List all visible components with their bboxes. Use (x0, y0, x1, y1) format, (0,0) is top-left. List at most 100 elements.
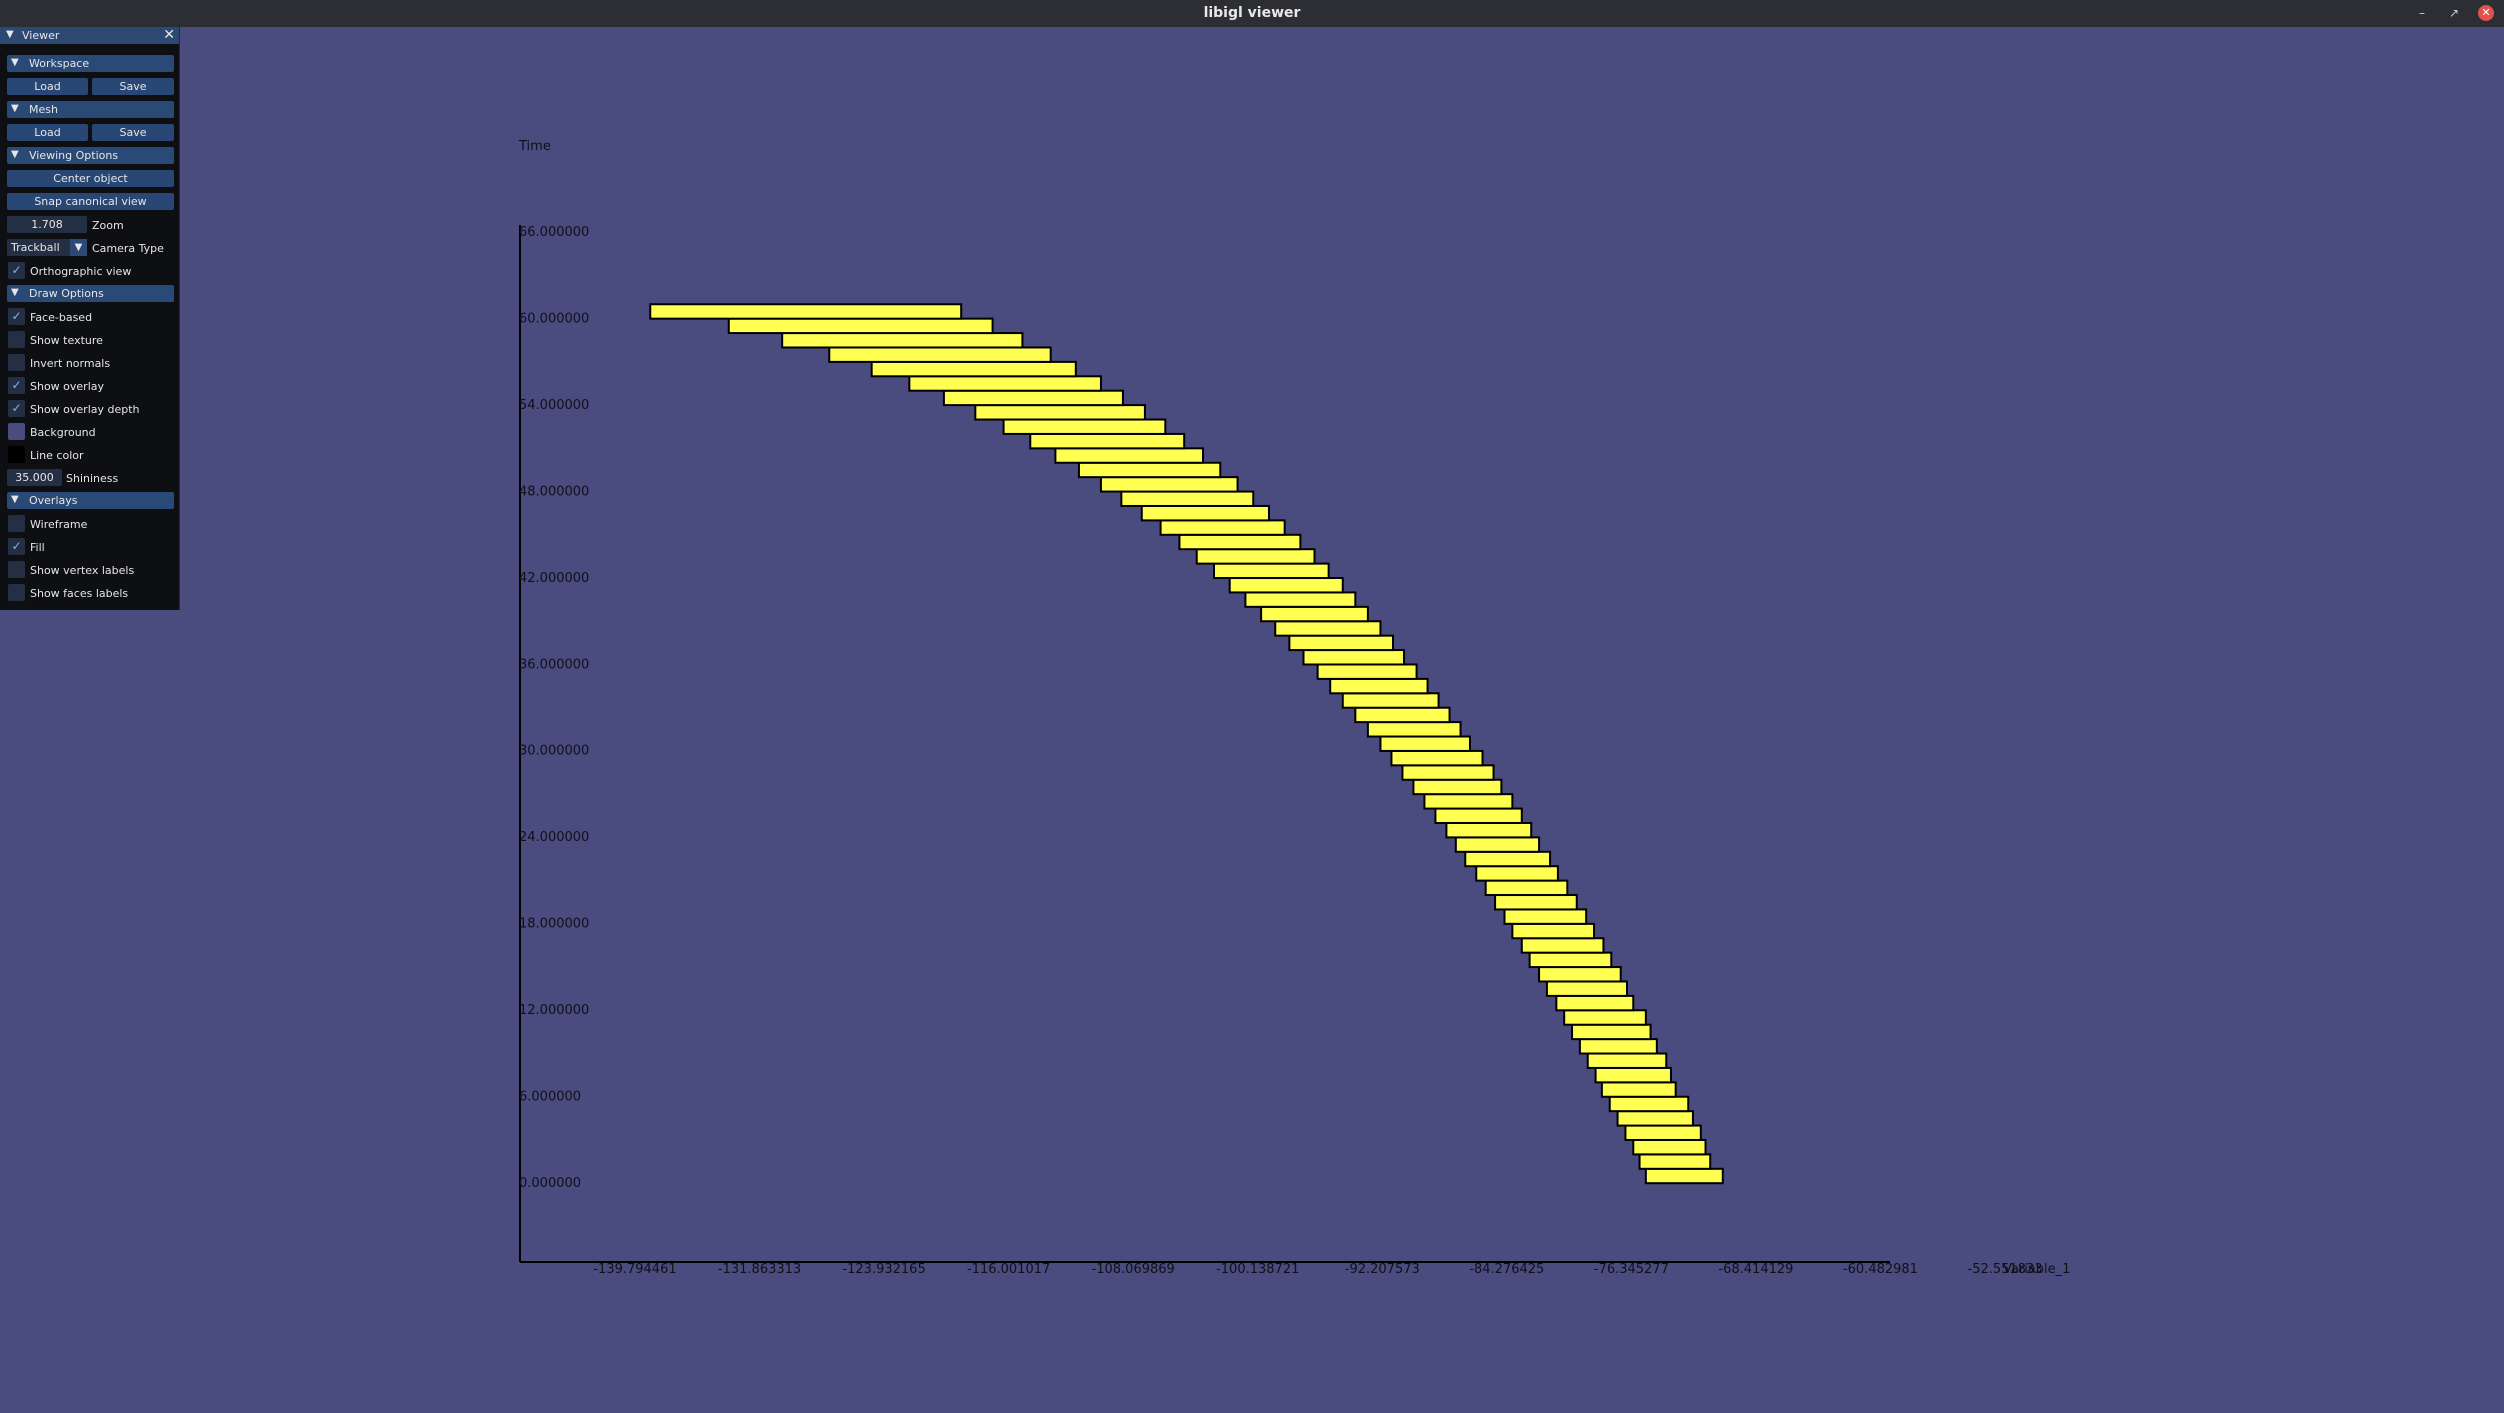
x-tick-label: -84.276425 (1469, 1262, 1544, 1277)
collapse-triangle-icon[interactable]: ▼ (6, 29, 14, 40)
overlay-option-checkbox[interactable]: ✓ (8, 538, 25, 555)
bar-mark (1608, 1095, 1690, 1113)
y-tick-label: 36.000000 (519, 657, 589, 672)
bar-mark (1423, 793, 1514, 810)
y-tick-label: 66.000000 (519, 225, 589, 240)
camera-type-value: Trackball (11, 241, 60, 254)
overlay-option-checkbox[interactable] (8, 584, 25, 601)
chevron-down-icon[interactable]: ▼ (70, 239, 87, 256)
workspace-save-button[interactable]: Save (92, 78, 174, 95)
bar-mark (1244, 591, 1357, 608)
close-panel-icon[interactable]: ✕ (163, 27, 175, 43)
bar-mark (1379, 735, 1471, 752)
section-draw-options[interactable]: ▼ Draw Options (7, 285, 174, 302)
draw-option-checkbox[interactable] (8, 331, 25, 348)
shininess-input[interactable]: 35.000 (7, 469, 62, 486)
bar-mark (1099, 476, 1239, 493)
section-mesh-label: Mesh (29, 103, 58, 116)
camera-type-select[interactable]: Trackball ▼ (7, 239, 87, 256)
bar-mark (1586, 1052, 1668, 1069)
y-tick-label: 0.000000 (519, 1176, 581, 1191)
bar-mark (1464, 850, 1552, 868)
mesh-load-button[interactable]: Load (7, 124, 88, 141)
y-tick-label: 60.000000 (519, 311, 589, 326)
bar-mark (1571, 1023, 1652, 1041)
background-row[interactable]: Background (0, 423, 180, 446)
orthographic-checkbox[interactable]: ✓ (8, 262, 25, 279)
overlay-option-checkbox[interactable] (8, 515, 25, 532)
overlay-option-row[interactable]: Show vertex labels (0, 561, 180, 584)
bar-mark (1445, 821, 1533, 839)
x-tick-labels: -139.794461 -131.863313 -123.932165 -116.00… (593, 1262, 2042, 1277)
x-tick-label: -68.414129 (1718, 1262, 1793, 1277)
section-viewing-label: Viewing Options (29, 149, 119, 162)
draw-option-checkbox[interactable] (8, 354, 25, 371)
draw-option-row[interactable]: ✓ Show overlay (0, 377, 180, 400)
bar-mark (1390, 749, 1484, 767)
overlay-option-label: Show faces labels (30, 587, 129, 600)
line-color-label: Line color (30, 449, 84, 462)
bar-mark (1274, 620, 1382, 637)
draw-option-label: Invert normals (30, 357, 111, 370)
workspace-load-button[interactable]: Load (7, 78, 88, 95)
bar-mark (1354, 706, 1451, 724)
overlay-option-checkbox[interactable] (8, 561, 25, 578)
overlay-option-row[interactable]: Wireframe (0, 515, 180, 538)
mesh-save-button[interactable]: Save (92, 124, 174, 141)
panel-header[interactable]: ▼ Viewer ✕ (0, 27, 179, 44)
overlay-option-row[interactable]: Show faces labels (0, 584, 180, 607)
y-tick-label: 24.000000 (519, 830, 589, 845)
y-tick-label: 30.000000 (519, 744, 589, 759)
section-workspace-label: Workspace (29, 57, 90, 70)
section-overlays[interactable]: ▼ Overlays (7, 492, 174, 509)
y-tick-label: 42.000000 (519, 571, 589, 586)
x-tick-label: -92.207573 (1345, 1262, 1420, 1277)
section-viewing-options[interactable]: ▼ Viewing Options (7, 147, 174, 164)
bar-mark (1638, 1153, 1712, 1170)
collapse-triangle-icon: ▼ (11, 287, 19, 298)
overlay-option-label: Fill (30, 541, 45, 554)
bar-mark (1228, 577, 1344, 594)
center-object-button[interactable]: Center object (7, 170, 174, 187)
orthographic-view-row[interactable]: ✓ Orthographic view (0, 262, 180, 285)
x-tick-label: -76.345277 (1594, 1262, 1669, 1277)
shininess-label: Shininess (66, 472, 119, 485)
bar-series (649, 303, 1724, 1185)
background-color-swatch[interactable] (8, 423, 25, 440)
bar-mark (649, 303, 963, 320)
section-workspace[interactable]: ▼ Workspace (7, 55, 174, 72)
line-color-row[interactable]: Line color (0, 446, 180, 469)
draw-option-checkbox[interactable]: ✓ (8, 377, 25, 394)
draw-option-checkbox[interactable]: ✓ (8, 308, 25, 325)
bar-mark (1302, 649, 1406, 666)
line-color-swatch[interactable] (8, 446, 25, 463)
draw-option-checkbox[interactable]: ✓ (8, 400, 25, 417)
draw-option-row[interactable]: ✓ Show overlay depth (0, 400, 180, 423)
section-mesh[interactable]: ▼ Mesh (7, 101, 174, 118)
bar-mark (1624, 1124, 1702, 1141)
bar-mark (1401, 764, 1495, 781)
bar-mark (1484, 879, 1569, 897)
y-tick-label: 12.000000 (519, 1003, 589, 1018)
snap-canonical-view-button[interactable]: Snap canonical view (7, 193, 174, 210)
draw-option-row[interactable]: Invert normals (0, 354, 180, 377)
bar-mark (1578, 1038, 1658, 1055)
collapse-triangle-icon: ▼ (11, 103, 19, 114)
bar-mark (974, 404, 1146, 421)
bar-mark (1555, 994, 1635, 1012)
draw-option-row[interactable]: ✓ Face-based (0, 308, 180, 331)
section-draw-label: Draw Options (29, 287, 104, 300)
bar-mark (1644, 1167, 1724, 1185)
y-tick-label: 54.000000 (519, 398, 589, 413)
plot-canvas: Time Variable_1 0.0000006.00000012.00000… (518, 139, 2070, 1277)
bar-mark (781, 332, 1024, 349)
overlay-option-row[interactable]: ✓ Fill (0, 538, 180, 561)
zoom-input[interactable]: 1.708 (7, 216, 87, 233)
bar-mark (1140, 504, 1270, 522)
bar-mark (1029, 432, 1186, 450)
bar-mark (1454, 836, 1541, 853)
x-tick-label: -108.069869 (1092, 1262, 1175, 1277)
draw-option-row[interactable]: Show texture (0, 331, 180, 354)
bar-mark (1503, 908, 1588, 925)
bar-mark (1511, 922, 1596, 940)
